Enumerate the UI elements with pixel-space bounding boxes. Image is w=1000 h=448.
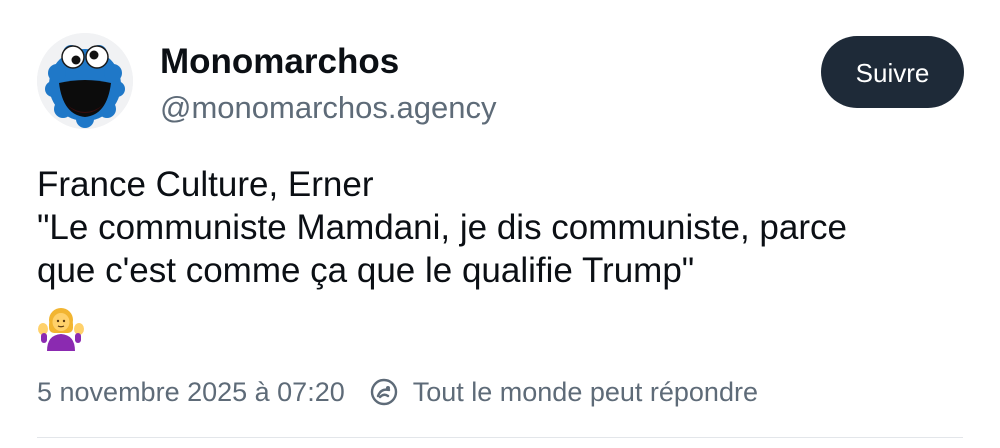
author-display-name[interactable]: Monomarchos <box>160 40 399 84</box>
follow-button[interactable]: Suivre <box>821 36 964 108</box>
post-timestamp[interactable]: 5 novembre 2025 à 07:20 <box>37 377 345 408</box>
cookie-monster-avatar-icon <box>37 33 133 129</box>
post-text-line: France Culture, Erner <box>37 165 374 204</box>
post-text-line: "Le communiste Mamdani, je dis communist… <box>37 208 847 247</box>
post-text: France Culture, Erner "Le communiste Mam… <box>37 163 977 292</box>
post-text-line: que c'est comme ça que le qualifie Trump… <box>37 251 695 290</box>
author-handle[interactable]: @monomarchos.agency <box>160 88 496 128</box>
reply-settings-icon <box>369 377 399 407</box>
person-shrugging-emoji-icon <box>37 305 85 351</box>
divider <box>37 437 963 438</box>
avatar[interactable] <box>37 33 133 129</box>
reply-setting-label[interactable]: Tout le monde peut répondre <box>413 377 758 408</box>
post-meta: 5 novembre 2025 à 07:20 Tout le monde pe… <box>37 372 758 412</box>
post-card: Monomarchos @monomarchos.agency Suivre F… <box>0 0 1000 448</box>
